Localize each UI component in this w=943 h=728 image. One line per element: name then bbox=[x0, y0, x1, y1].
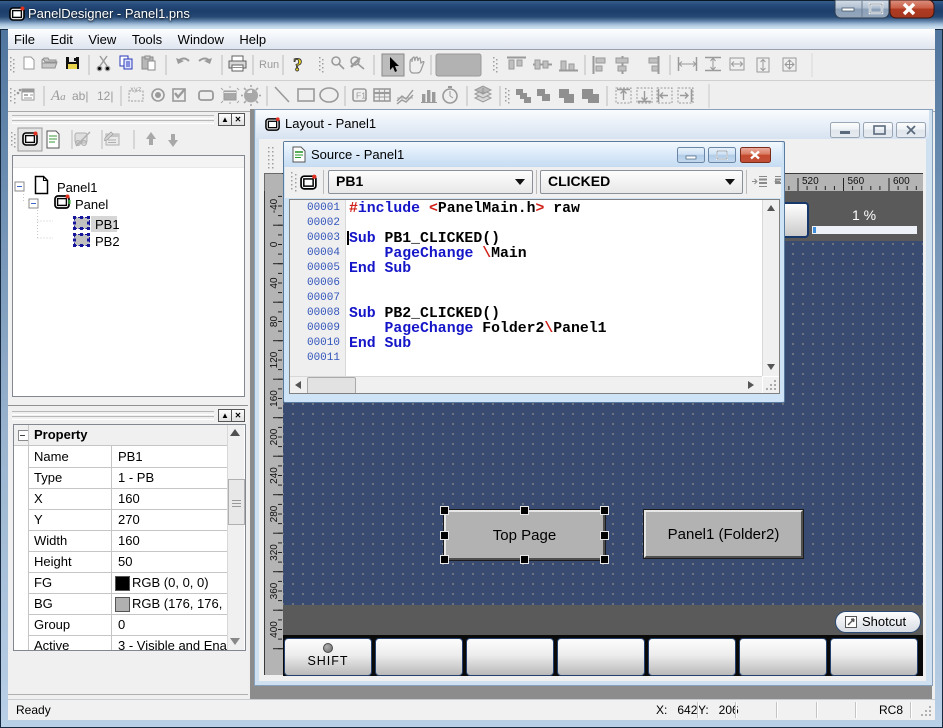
svg-text:560: 560 bbox=[848, 176, 865, 187]
svg-text:600: 600 bbox=[893, 176, 910, 187]
svg-text:Panel1: Panel1 bbox=[57, 180, 97, 195]
svg-text:Panel: Panel bbox=[75, 197, 108, 212]
svg-text:F1: F1 bbox=[356, 91, 366, 101]
svg-text:PB2: PB2 bbox=[95, 234, 120, 249]
svg-text:12|: 12| bbox=[97, 89, 113, 103]
svg-text:Run: Run bbox=[259, 59, 279, 71]
svg-text:ab|: ab| bbox=[72, 89, 88, 103]
svg-text:xyz: xyz bbox=[130, 86, 142, 93]
svg-text:Aa: Aa bbox=[50, 88, 66, 104]
svg-text:520: 520 bbox=[802, 176, 819, 187]
svg-text:?: ? bbox=[293, 55, 303, 76]
svg-text:PB1: PB1 bbox=[95, 217, 120, 232]
